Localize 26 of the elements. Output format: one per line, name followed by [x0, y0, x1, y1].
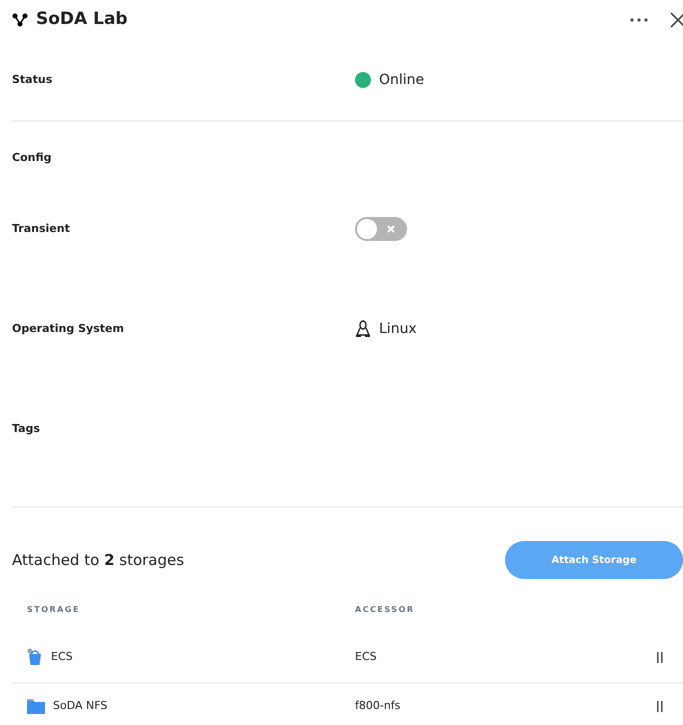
- column-header: STORAGE: [27, 604, 81, 616]
- table-cell-text: SoDA NFS: [53, 698, 108, 714]
- bars-icon[interactable]: [657, 700, 663, 712]
- table-cell-text: ECS: [51, 648, 73, 665]
- field-label: Config: [12, 150, 52, 166]
- table-cell-text: ECS: [355, 648, 378, 665]
- attach-storage-button[interactable]: Attach Storage: [505, 541, 683, 579]
- folder-icon: [27, 698, 45, 714]
- field-label: Operating System: [12, 320, 125, 337]
- penguin-icon: [355, 320, 371, 338]
- column-header: ACCESSOR: [355, 604, 415, 616]
- table-cell-text: f800-nfs: [355, 698, 402, 714]
- x-icon: [387, 225, 395, 233]
- toggle-switch[interactable]: [355, 217, 407, 241]
- field-label: Transient: [12, 220, 71, 237]
- bucket-icon: [27, 648, 43, 666]
- more-icon[interactable]: [630, 18, 648, 22]
- bars-icon[interactable]: [657, 652, 663, 662]
- storage-summary: Attached to 2 storages: [12, 550, 184, 571]
- status-text: Online: [379, 70, 424, 90]
- field-label: Status: [12, 72, 54, 88]
- panel-title: SoDA Lab: [36, 8, 128, 32]
- field-label: Tags: [12, 420, 41, 437]
- os-text: Linux: [379, 320, 417, 338]
- close-icon[interactable]: [670, 12, 683, 28]
- network-icon: [12, 13, 28, 27]
